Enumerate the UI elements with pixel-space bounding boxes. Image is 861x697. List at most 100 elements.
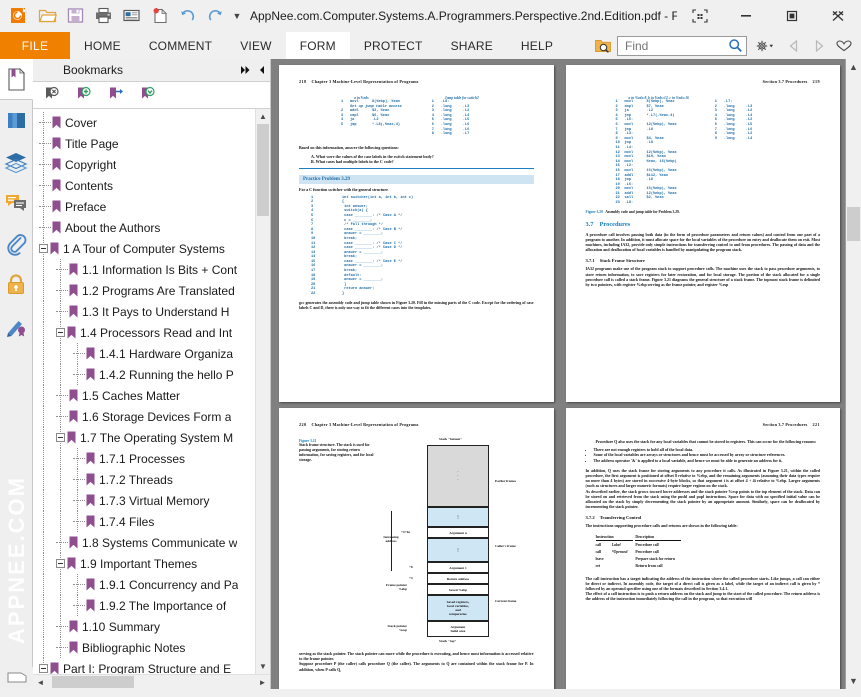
scroll-right-arrow-icon[interactable]: ► (255, 675, 270, 689)
tab-comment[interactable]: COMMENT (135, 32, 226, 59)
bookmark-flag-icon (69, 284, 78, 297)
sidebar-item-security[interactable] (0, 264, 33, 305)
bookmark-item[interactable]: 1.10 Summary (33, 616, 255, 637)
tree-connector (39, 206, 51, 207)
scroll-thumb[interactable] (257, 124, 269, 216)
bookmark-item[interactable]: 1.5 Caches Matter (33, 385, 255, 406)
sidebar-item-layers[interactable] (0, 141, 33, 182)
bookmark-item[interactable]: 1.7.3 Virtual Memory (33, 490, 255, 511)
bookmark-item[interactable]: 1.8 Systems Communicate w (33, 532, 255, 553)
hscroll-thumb[interactable] (52, 676, 134, 688)
tab-home[interactable]: HOME (70, 32, 135, 59)
customize-dropdown-icon[interactable]: ▼ (230, 3, 244, 29)
bookmark-item[interactable]: Bibliographic Notes (33, 637, 255, 658)
bookmark-options-button[interactable] (137, 84, 159, 106)
bookmark-item[interactable]: Title Page (33, 133, 255, 154)
practice-code-block: 1 int switcher(int a, int b, int c) 2{3 in… (299, 196, 534, 297)
tab-share[interactable]: SHARE (437, 32, 507, 59)
pdf-page-219[interactable]: Section 3.7 Procedures 219 a in %edx:8, … (565, 65, 840, 402)
foxit-logo-icon[interactable] (6, 3, 32, 29)
pdf-page-221[interactable]: Section 3.7 Procedures 221 Procedure Q a… (565, 408, 840, 689)
bookmark-item[interactable]: Part I: Program Structure and E (33, 658, 255, 674)
favorites-button[interactable] (833, 35, 855, 57)
new-from-file-icon[interactable] (146, 3, 172, 29)
delete-bookmark-button[interactable] (41, 84, 63, 106)
bookmark-item[interactable]: 1.9.2 The Importance of (33, 595, 255, 616)
minimize-button[interactable] (723, 0, 769, 32)
bookmarks-vertical-scrollbar[interactable]: ▲ ▼ (255, 109, 270, 674)
fullscreen-button[interactable] (677, 0, 723, 32)
tab-view[interactable]: VIEW (226, 32, 285, 59)
document-viewer[interactable]: 218 Chapter 3 Machine-Level Representati… (271, 59, 861, 689)
bookmark-item[interactable]: 1.9.1 Concurrency and Pa (33, 574, 255, 595)
bookmarks-horizontal-scrollbar[interactable]: ◄ ► (33, 674, 270, 689)
bookmark-item[interactable]: 1.7 The Operating System M (33, 427, 255, 448)
tab-form[interactable]: FORM (285, 32, 350, 59)
scroll-up-arrow-icon[interactable]: ▲ (256, 109, 270, 124)
bookmark-item[interactable]: 1.7.4 Files (33, 511, 255, 532)
expand-collapse-toggle[interactable] (56, 433, 65, 442)
doc-scroll-up-arrow-icon[interactable]: ▲ (846, 59, 861, 75)
bookmark-item[interactable]: Cover (33, 112, 255, 133)
expand-collapse-toggle[interactable] (39, 664, 48, 673)
bookmark-item[interactable]: 1.6 Storage Devices Form a (33, 406, 255, 427)
open-icon[interactable] (34, 3, 60, 29)
bookmark-item[interactable]: 1.2 Programs Are Translated (33, 280, 255, 301)
expand-collapse-toggle[interactable] (56, 559, 65, 568)
hscroll-track[interactable] (48, 675, 255, 689)
scroll-down-arrow-icon[interactable]: ▼ (256, 659, 270, 674)
scroll-track[interactable] (256, 124, 270, 659)
bookmark-item[interactable]: 1.1 Information Is Bits + Cont (33, 259, 255, 280)
bookmark-item[interactable]: About the Authors (33, 217, 255, 238)
bookmark-item[interactable]: 1.9 Important Themes (33, 553, 255, 574)
rail-collapse-handle[interactable] (0, 667, 33, 689)
expand-panel-button[interactable] (238, 60, 254, 80)
save-icon[interactable] (62, 3, 88, 29)
stack-row-return-address: Return address (427, 573, 489, 584)
redo-icon[interactable] (202, 3, 228, 29)
doc-scroll-down-arrow-icon[interactable]: ▼ (846, 673, 861, 689)
bookmark-item[interactable]: 1 A Tour of Computer Systems (33, 238, 255, 259)
doc-scroll-track[interactable] (846, 75, 861, 673)
bookmark-item[interactable]: 1.4 Processors Read and Int (33, 322, 255, 343)
search-input-wrapper[interactable] (617, 35, 747, 56)
tab-file[interactable]: FILE (0, 32, 70, 59)
bookmark-item[interactable]: 1.7.2 Threads (33, 469, 255, 490)
bookmark-item[interactable]: Copyright (33, 154, 255, 175)
bookmark-item[interactable]: 1.4.1 Hardware Organiza (33, 343, 255, 364)
advanced-search-folder-icon[interactable] (592, 35, 614, 57)
bookmark-item[interactable]: Contents (33, 175, 255, 196)
pdf-page-220[interactable]: 220 Chapter 3 Machine-Level Representati… (279, 408, 554, 689)
bookmarks-tree[interactable]: Cover Title Page Copyright Contents Preface A… (33, 109, 255, 674)
sidebar-item-bookmarks[interactable] (0, 59, 33, 100)
sidebar-item-pages[interactable] (0, 100, 33, 141)
sidebar-item-comments[interactable] (0, 182, 33, 223)
search-input[interactable] (623, 37, 728, 54)
next-view-button[interactable] (808, 35, 830, 57)
expand-collapse-toggle[interactable] (39, 244, 48, 253)
pdf-page-218[interactable]: 218 Chapter 3 Machine-Level Representati… (279, 65, 554, 402)
close-button[interactable] (815, 0, 861, 32)
collapse-panel-button[interactable] (254, 60, 270, 80)
bookmark-item[interactable]: 1.3 It Pays to Understand H (33, 301, 255, 322)
previous-view-button[interactable] (783, 35, 805, 57)
undo-icon[interactable] (174, 3, 200, 29)
tab-help[interactable]: HELP (507, 32, 567, 59)
doc-scroll-thumb[interactable] (847, 207, 860, 241)
magnifier-icon[interactable] (728, 38, 743, 53)
bookmark-item[interactable]: 1.4.2 Running the hello P (33, 364, 255, 385)
email-icon[interactable] (118, 3, 144, 29)
sidebar-item-signatures[interactable] (0, 305, 33, 346)
tab-protect[interactable]: PROTECT (350, 32, 437, 59)
document-vertical-scrollbar[interactable]: ▲ ▼ (845, 59, 861, 689)
scroll-left-arrow-icon[interactable]: ◄ (33, 675, 48, 689)
expand-collapse-toggle[interactable] (56, 328, 65, 337)
bookmark-item[interactable]: Preface (33, 196, 255, 217)
sidebar-item-attachments[interactable] (0, 223, 33, 264)
new-bookmark-button[interactable] (73, 84, 95, 106)
settings-gear-button[interactable] (750, 35, 780, 57)
go-to-bookmark-button[interactable] (105, 84, 127, 106)
bookmark-item[interactable]: 1.7.1 Processes (33, 448, 255, 469)
maximize-button[interactable] (769, 0, 815, 32)
print-icon[interactable] (90, 3, 116, 29)
